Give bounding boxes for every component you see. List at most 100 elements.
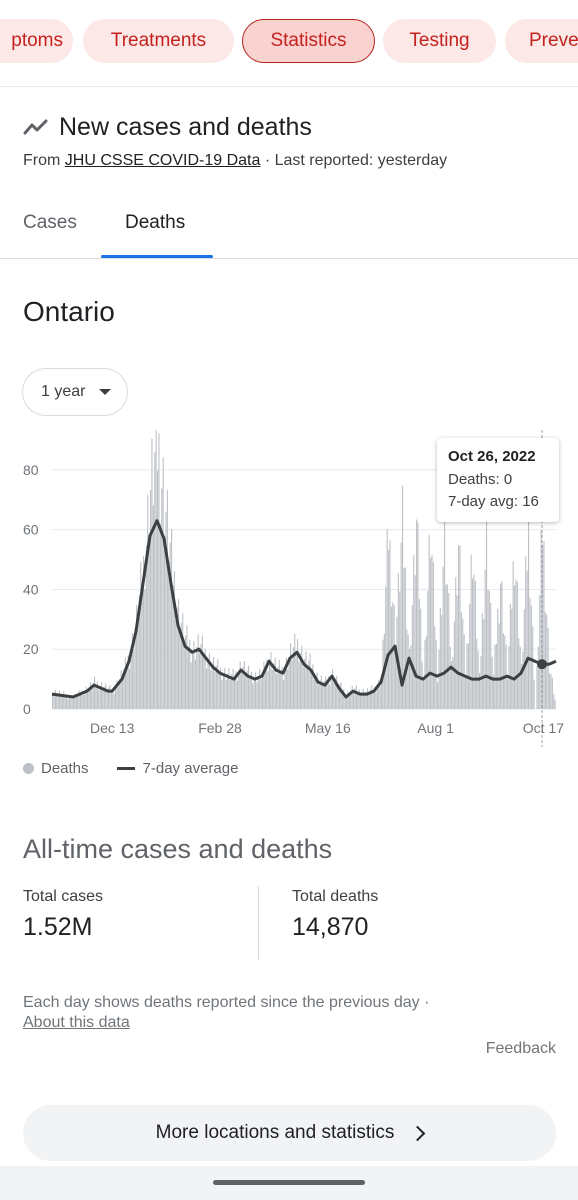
death-bar	[393, 605, 395, 709]
death-bar	[109, 684, 111, 709]
chip-treatments[interactable]: Treatments	[83, 19, 234, 63]
death-bar	[159, 523, 161, 709]
death-bar	[270, 651, 272, 709]
death-bar	[213, 657, 215, 709]
death-bar	[462, 618, 464, 709]
death-bar	[519, 646, 521, 709]
death-bar	[252, 683, 254, 709]
death-bar	[501, 581, 503, 709]
death-bar	[502, 633, 504, 709]
x-tick-label: Aug 1	[417, 720, 454, 736]
death-bar	[423, 678, 425, 709]
death-bar	[411, 605, 413, 709]
death-bar	[182, 613, 184, 709]
death-bar	[514, 585, 516, 709]
legend-deaths: Deaths	[41, 760, 89, 777]
deaths-legend-swatch	[23, 763, 34, 774]
death-bar	[257, 675, 259, 709]
death-bar	[84, 691, 86, 709]
y-tick-label: 40	[23, 581, 39, 597]
source-link[interactable]: JHU CSSE COVID-19 Data	[65, 152, 261, 169]
death-bar	[91, 688, 93, 709]
death-bar	[232, 668, 234, 709]
death-bar	[64, 696, 66, 709]
death-bar	[101, 682, 103, 709]
avg-legend-swatch	[116, 767, 135, 770]
chip-symptoms[interactable]: ptoms	[0, 19, 73, 63]
death-bar	[187, 649, 189, 709]
y-tick-label: 0	[23, 701, 31, 717]
death-bar	[372, 690, 374, 709]
death-bar	[414, 575, 416, 709]
death-bar	[432, 562, 434, 709]
footnote-text: Each day shows deaths reported since the…	[23, 994, 430, 1011]
dropdown-caret-icon	[99, 389, 112, 395]
death-bar	[152, 505, 154, 709]
death-bar	[487, 589, 489, 709]
death-bar	[530, 605, 532, 709]
death-bar	[494, 644, 496, 709]
death-bar	[389, 540, 391, 709]
death-bar	[397, 573, 399, 709]
death-bar	[271, 670, 273, 709]
death-bar	[353, 691, 355, 709]
total-deaths-value: 14,870	[292, 913, 369, 941]
death-bar	[543, 541, 545, 709]
death-bar	[124, 657, 126, 709]
death-bar	[320, 675, 322, 709]
death-bar	[305, 651, 307, 709]
death-bar	[192, 653, 194, 709]
death-bar	[516, 581, 518, 709]
home-indicator[interactable]	[213, 1180, 365, 1185]
death-bar	[509, 603, 511, 709]
chip-testing[interactable]: Testing	[383, 19, 496, 63]
death-bar	[179, 634, 181, 709]
death-bar	[154, 452, 156, 709]
death-bar	[171, 528, 173, 709]
tab-deaths[interactable]: Deaths	[125, 212, 185, 234]
death-bar	[322, 685, 324, 709]
death-bar	[105, 683, 107, 709]
chip-statistics[interactable]: Statistics	[242, 19, 375, 63]
more-locations-button[interactable]: More locations and statistics	[23, 1105, 556, 1161]
time-range-dropdown[interactable]: 1 year	[22, 368, 128, 416]
chip-prevention[interactable]: Preve	[505, 19, 578, 63]
death-bar	[313, 679, 315, 709]
death-bar	[375, 691, 377, 709]
about-data-link[interactable]: About this data	[23, 1014, 130, 1032]
death-bar	[526, 570, 528, 709]
death-bar	[547, 627, 549, 709]
death-bar	[497, 608, 499, 709]
death-bar	[288, 657, 290, 709]
death-bar	[236, 680, 238, 709]
death-bar	[536, 666, 538, 709]
death-bar	[241, 673, 243, 709]
tab-cases[interactable]: Cases	[23, 212, 77, 234]
death-bar	[287, 669, 289, 709]
death-bar	[525, 556, 527, 709]
death-bar	[495, 643, 497, 709]
death-bar	[199, 653, 201, 709]
death-bar	[269, 658, 271, 709]
death-bar	[222, 673, 224, 709]
death-bar	[416, 519, 418, 709]
death-bar	[481, 613, 483, 709]
death-bar	[190, 662, 192, 709]
death-bar	[470, 554, 472, 709]
death-bar	[67, 698, 69, 709]
feedback-link[interactable]: Feedback	[486, 1040, 556, 1058]
death-bar	[554, 699, 556, 709]
death-bar	[395, 651, 397, 709]
death-bar	[388, 550, 390, 709]
death-bar	[360, 695, 362, 709]
topic-chip-row: ptoms Treatments Statistics Testing Prev…	[0, 0, 578, 84]
death-bar	[551, 677, 553, 709]
death-bar	[59, 690, 61, 709]
death-bar	[173, 571, 175, 709]
death-bar	[175, 619, 177, 709]
death-bar	[211, 663, 213, 709]
death-bar	[106, 690, 108, 709]
death-bar	[302, 666, 304, 709]
death-bar	[472, 578, 474, 709]
death-bar	[368, 693, 370, 709]
